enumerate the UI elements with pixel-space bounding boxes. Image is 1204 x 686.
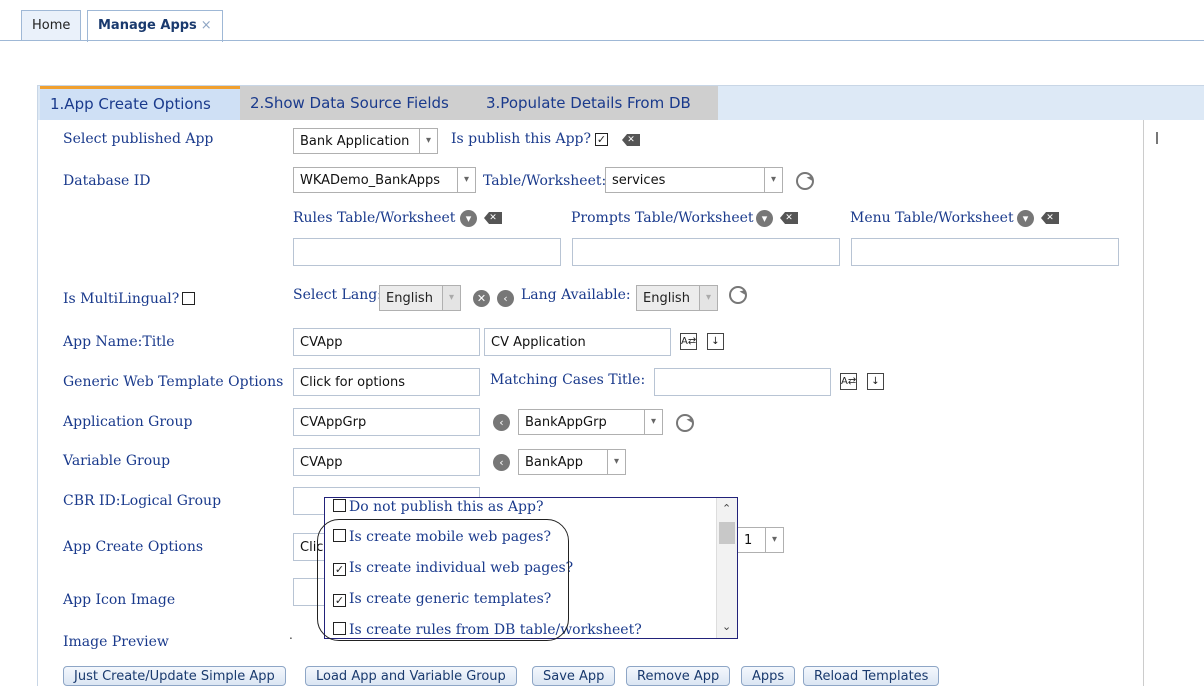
option-label: Do not publish this as App?: [349, 499, 544, 515]
database-id-label: Database ID: [63, 173, 151, 189]
chevron-down-icon: ▾: [419, 129, 437, 153]
form-scrollbar[interactable]: [1143, 120, 1171, 686]
generic-web-template-input[interactable]: Click for options: [293, 368, 480, 396]
select-published-app-label: Select published App: [63, 131, 214, 147]
variable-group-label: Variable Group: [63, 453, 171, 469]
menu-table-input[interactable]: [851, 238, 1119, 266]
chevron-down-icon: ▾: [644, 410, 662, 434]
translate-icon[interactable]: A⇄: [840, 373, 857, 390]
refresh-icon[interactable]: [729, 286, 747, 304]
translate-icon[interactable]: A⇄: [680, 333, 697, 350]
cbr-id-label: CBR ID:Logical Group: [63, 493, 222, 509]
matching-cases-title-label: Matching Cases Title:: [490, 372, 646, 388]
variable-group-input[interactable]: CVApp: [293, 448, 480, 476]
reload-templates-button[interactable]: Reload Templates: [803, 666, 940, 686]
app-create-options-select[interactable]: 1 ▾: [738, 527, 784, 553]
chevron-down-icon: ▾: [607, 450, 625, 474]
table-worksheet-select[interactable]: services ▾: [605, 167, 783, 193]
published-app-select[interactable]: Bank Application ▾: [293, 128, 438, 154]
step-tabs: 1.App Create Options 2.Show Data Source …: [38, 86, 1204, 120]
chevron-left-icon[interactable]: ‹: [497, 290, 514, 307]
tab-home[interactable]: Home: [21, 10, 82, 41]
tab-home-label: Home: [32, 18, 71, 33]
tab-manage-apps-label: Manage Apps: [98, 18, 197, 33]
scroll-thumb[interactable]: [719, 522, 735, 544]
select-lang-select[interactable]: English ▾: [379, 285, 461, 311]
app-name-label: App Name:Title: [63, 334, 175, 350]
expand-icon[interactable]: ▾: [756, 210, 773, 227]
download-icon[interactable]: ↓: [707, 333, 724, 350]
prompts-table-input[interactable]: [572, 238, 840, 266]
application-group-input[interactable]: CVAppGrp: [293, 408, 480, 436]
application-group-select[interactable]: BankAppGrp ▾: [518, 409, 663, 435]
scroll-down-icon[interactable]: ⌄: [722, 620, 731, 633]
just-create-update-simple-app-button[interactable]: Just Create/Update Simple App: [63, 666, 286, 686]
chevron-left-icon[interactable]: ‹: [493, 414, 510, 431]
lang-available-label: Lang Available:: [521, 287, 631, 303]
variable-group-select-value: BankApp: [525, 455, 584, 470]
chevron-left-icon[interactable]: ‹: [493, 454, 510, 471]
option-do-not-publish[interactable]: Do not publish this as App?: [333, 499, 543, 515]
select-lang-value: English: [386, 291, 433, 306]
app-create-options-label: App Create Options: [63, 539, 204, 555]
refresh-icon[interactable]: [676, 414, 694, 432]
chevron-down-icon: ▾: [765, 528, 783, 552]
lang-available-select[interactable]: English ▾: [636, 285, 718, 311]
dropdown-scrollbar[interactable]: ⌃ ⌄: [716, 498, 737, 638]
step-app-create-options[interactable]: 1.App Create Options: [40, 86, 240, 120]
app-name-input[interactable]: CVApp: [293, 328, 480, 356]
application-group-label: Application Group: [63, 414, 193, 430]
save-app-button[interactable]: Save App: [532, 666, 616, 686]
step-populate-details[interactable]: 3.Populate Details From DB: [476, 86, 718, 120]
tab-bar: Home Manage Apps ×: [0, 0, 1204, 42]
step-1-label: 1.App Create Options: [50, 95, 211, 113]
database-id-value: WKADemo_BankApps: [300, 173, 440, 188]
matching-cases-title-input[interactable]: [654, 368, 831, 396]
chevron-down-icon: ▾: [457, 168, 475, 192]
is-publish-label: Is publish this App?: [451, 131, 592, 147]
tab-manage-apps[interactable]: Manage Apps ×: [87, 10, 223, 42]
step-show-data-source-fields[interactable]: 2.Show Data Source Fields: [240, 86, 476, 120]
step-3-label: 3.Populate Details From DB: [486, 94, 691, 112]
table-worksheet-value: services: [612, 173, 666, 188]
chevron-down-icon: ▾: [699, 286, 717, 310]
remove-app-button[interactable]: Remove App: [626, 666, 731, 686]
database-id-select[interactable]: WKADemo_BankApps ▾: [293, 167, 476, 193]
select-lang-label: Select Lang:: [293, 287, 382, 303]
chevron-down-icon: ▾: [442, 286, 460, 310]
generic-web-template-label: Generic Web Template Options: [63, 374, 284, 390]
app-create-options-select-value: 1: [744, 533, 753, 548]
expand-icon[interactable]: ▾: [1017, 210, 1034, 227]
published-app-value: Bank Application: [300, 134, 410, 149]
is-multilingual-label: Is MultiLingual?: [63, 291, 180, 307]
load-app-and-variable-group-button[interactable]: Load App and Variable Group: [305, 666, 517, 686]
remove-icon[interactable]: ✕: [473, 290, 490, 307]
application-group-select-value: BankAppGrp: [525, 415, 607, 430]
is-publish-checkbox[interactable]: ✓: [595, 133, 608, 146]
step-2-label: 2.Show Data Source Fields: [250, 94, 449, 112]
image-preview-placeholder: .: [289, 628, 293, 642]
app-icon-image-label: App Icon Image: [63, 592, 176, 608]
app-title-input[interactable]: CV Application: [484, 328, 671, 356]
apps-button[interactable]: Apps: [741, 666, 796, 686]
close-icon[interactable]: ×: [201, 18, 212, 33]
lang-available-value: English: [643, 291, 690, 306]
prompts-table-label: Prompts Table/Worksheet: [571, 210, 754, 226]
option-checkbox[interactable]: [333, 499, 346, 512]
rules-table-label: Rules Table/Worksheet: [293, 210, 456, 226]
chevron-down-icon: ▾: [764, 168, 782, 192]
variable-group-select[interactable]: BankApp ▾: [518, 449, 626, 475]
table-worksheet-label: Table/Worksheet:: [483, 173, 607, 189]
is-multilingual-checkbox[interactable]: [182, 292, 195, 305]
download-icon[interactable]: ↓: [867, 373, 884, 390]
menu-table-label: Menu Table/Worksheet: [850, 210, 1014, 226]
refresh-icon[interactable]: [796, 172, 814, 190]
expand-icon[interactable]: ▾: [460, 210, 477, 227]
scroll-up-icon[interactable]: ⌃: [722, 502, 731, 515]
highlight-annotation: [317, 519, 569, 641]
image-preview-label: Image Preview: [63, 634, 169, 650]
rules-table-input[interactable]: [293, 238, 561, 266]
